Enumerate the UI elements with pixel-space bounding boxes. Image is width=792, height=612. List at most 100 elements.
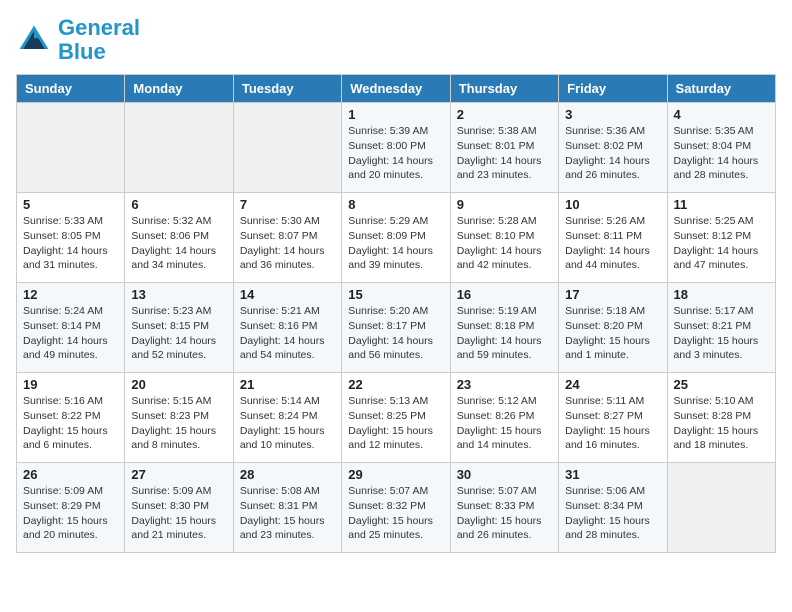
day-info: Sunrise: 5:19 AMSunset: 8:18 PMDaylight:… xyxy=(457,304,552,363)
day-number: 1 xyxy=(348,107,443,122)
weekday-monday: Monday xyxy=(125,75,233,103)
day-info: Sunrise: 5:12 AMSunset: 8:26 PMDaylight:… xyxy=(457,394,552,453)
week-row-5: 26Sunrise: 5:09 AMSunset: 8:29 PMDayligh… xyxy=(17,463,776,553)
day-number: 2 xyxy=(457,107,552,122)
day-cell: 8 Sunrise: 5:29 AMSunset: 8:09 PMDaylight… xyxy=(342,193,450,283)
weekday-saturday: Saturday xyxy=(667,75,775,103)
logo-icon xyxy=(16,22,52,58)
day-info: Sunrise: 5:21 AMSunset: 8:16 PMDaylight:… xyxy=(240,304,335,363)
day-cell: 7Sunrise: 5:30 AMSunset: 8:07 PMDaylight… xyxy=(233,193,341,283)
day-info: Sunrise: 5:06 AMSunset: 8:34 PMDaylight:… xyxy=(565,484,660,543)
day-info: Sunrise: 5:15 AMSunset: 8:23 PMDaylight:… xyxy=(131,394,226,453)
day-info: Sunrise: 5:20 AMSunset: 8:17 PMDaylight:… xyxy=(348,304,443,363)
day-cell: 12 Sunrise: 5:24 AMSunset: 8:14 PMDayligh… xyxy=(17,283,125,373)
day-cell: 1 Sunrise: 5:39 AMSunset: 8:00 PMDaylight… xyxy=(342,103,450,193)
day-info: Sunrise: 5:11 AMSunset: 8:27 PMDaylight:… xyxy=(565,394,660,453)
day-cell: 11 Sunrise: 5:25 AMSunset: 8:12 PMDayligh… xyxy=(667,193,775,283)
weekday-friday: Friday xyxy=(559,75,667,103)
day-number: 28 xyxy=(240,467,335,482)
day-info: Sunrise: 5:14 AMSunset: 8:24 PMDaylight:… xyxy=(240,394,335,453)
logo-text: General Blue xyxy=(58,16,140,64)
day-cell: 17 Sunrise: 5:18 AMSunset: 8:20 PMDayligh… xyxy=(559,283,667,373)
day-cell: 16 Sunrise: 5:19 AMSunset: 8:18 PMDayligh… xyxy=(450,283,558,373)
day-info: Sunrise: 5:24 AMSunset: 8:14 PMDaylight:… xyxy=(23,304,118,363)
day-number: 15 xyxy=(348,287,443,302)
day-info: Sunrise: 5:09 AMSunset: 8:30 PMDaylight:… xyxy=(131,484,226,543)
day-info: Sunrise: 5:10 AMSunset: 8:28 PMDaylight:… xyxy=(674,394,769,453)
day-info: Sunrise: 5:13 AMSunset: 8:25 PMDaylight:… xyxy=(348,394,443,453)
day-number: 21 xyxy=(240,377,335,392)
day-info: Sunrise: 5:36 AMSunset: 8:02 PMDaylight:… xyxy=(565,124,660,183)
day-info: Sunrise: 5:35 AMSunset: 8:04 PMDaylight:… xyxy=(674,124,769,183)
day-info: Sunrise: 5:25 AMSunset: 8:12 PMDaylight:… xyxy=(674,214,769,273)
day-cell: 4 Sunrise: 5:35 AMSunset: 8:04 PMDaylight… xyxy=(667,103,775,193)
day-info: Sunrise: 5:08 AMSunset: 8:31 PMDaylight:… xyxy=(240,484,335,543)
day-number: 25 xyxy=(674,377,769,392)
day-number: 11 xyxy=(674,197,769,212)
calendar: SundayMondayTuesdayWednesdayThursdayFrid… xyxy=(16,74,776,553)
day-cell: 24 Sunrise: 5:11 AMSunset: 8:27 PMDayligh… xyxy=(559,373,667,463)
day-number: 16 xyxy=(457,287,552,302)
day-cell xyxy=(233,103,341,193)
day-info: Sunrise: 5:32 AMSunset: 8:06 PMDaylight:… xyxy=(131,214,226,273)
day-info: Sunrise: 5:26 AMSunset: 8:11 PMDaylight:… xyxy=(565,214,660,273)
day-cell: 31 Sunrise: 5:06 AMSunset: 8:34 PMDayligh… xyxy=(559,463,667,553)
day-cell: 3 Sunrise: 5:36 AMSunset: 8:02 PMDaylight… xyxy=(559,103,667,193)
day-number: 9 xyxy=(457,197,552,212)
day-number: 26 xyxy=(23,467,118,482)
day-info: Sunrise: 5:07 AMSunset: 8:33 PMDaylight:… xyxy=(457,484,552,543)
day-info: Sunrise: 5:33 AMSunset: 8:05 PMDaylight:… xyxy=(23,214,118,273)
day-cell: 9 Sunrise: 5:28 AMSunset: 8:10 PMDaylight… xyxy=(450,193,558,283)
day-cell: 2Sunrise: 5:38 AMSunset: 8:01 PMDaylight… xyxy=(450,103,558,193)
day-number: 20 xyxy=(131,377,226,392)
day-cell: 23 Sunrise: 5:12 AMSunset: 8:26 PMDayligh… xyxy=(450,373,558,463)
day-cell: 30 Sunrise: 5:07 AMSunset: 8:33 PMDayligh… xyxy=(450,463,558,553)
day-number: 5 xyxy=(23,197,118,212)
day-number: 19 xyxy=(23,377,118,392)
day-number: 31 xyxy=(565,467,660,482)
day-number: 24 xyxy=(565,377,660,392)
day-cell: 26Sunrise: 5:09 AMSunset: 8:29 PMDayligh… xyxy=(17,463,125,553)
day-cell: 25 Sunrise: 5:10 AMSunset: 8:28 PMDayligh… xyxy=(667,373,775,463)
day-number: 12 xyxy=(23,287,118,302)
day-cell: 15 Sunrise: 5:20 AMSunset: 8:17 PMDayligh… xyxy=(342,283,450,373)
day-cell: 14 Sunrise: 5:21 AMSunset: 8:16 PMDayligh… xyxy=(233,283,341,373)
weekday-tuesday: Tuesday xyxy=(233,75,341,103)
weekday-header: SundayMondayTuesdayWednesdayThursdayFrid… xyxy=(17,75,776,103)
day-cell xyxy=(17,103,125,193)
day-number: 3 xyxy=(565,107,660,122)
day-number: 7 xyxy=(240,197,335,212)
day-number: 30 xyxy=(457,467,552,482)
day-number: 14 xyxy=(240,287,335,302)
day-cell: 28 Sunrise: 5:08 AMSunset: 8:31 PMDayligh… xyxy=(233,463,341,553)
day-info: Sunrise: 5:28 AMSunset: 8:10 PMDaylight:… xyxy=(457,214,552,273)
day-number: 27 xyxy=(131,467,226,482)
week-row-2: 5 Sunrise: 5:33 AMSunset: 8:05 PMDaylight… xyxy=(17,193,776,283)
day-info: Sunrise: 5:17 AMSunset: 8:21 PMDaylight:… xyxy=(674,304,769,363)
week-row-1: 1 Sunrise: 5:39 AMSunset: 8:00 PMDaylight… xyxy=(17,103,776,193)
day-cell: 5 Sunrise: 5:33 AMSunset: 8:05 PMDaylight… xyxy=(17,193,125,283)
week-row-3: 12 Sunrise: 5:24 AMSunset: 8:14 PMDayligh… xyxy=(17,283,776,373)
logo: General Blue xyxy=(16,16,140,64)
day-number: 8 xyxy=(348,197,443,212)
weekday-thursday: Thursday xyxy=(450,75,558,103)
day-cell: 13Sunrise: 5:23 AMSunset: 8:15 PMDayligh… xyxy=(125,283,233,373)
day-cell xyxy=(125,103,233,193)
calendar-body: 1 Sunrise: 5:39 AMSunset: 8:00 PMDaylight… xyxy=(17,103,776,553)
day-info: Sunrise: 5:29 AMSunset: 8:09 PMDaylight:… xyxy=(348,214,443,273)
day-number: 13 xyxy=(131,287,226,302)
day-info: Sunrise: 5:16 AMSunset: 8:22 PMDaylight:… xyxy=(23,394,118,453)
day-cell: 10 Sunrise: 5:26 AMSunset: 8:11 PMDayligh… xyxy=(559,193,667,283)
day-info: Sunrise: 5:07 AMSunset: 8:32 PMDaylight:… xyxy=(348,484,443,543)
week-row-4: 19 Sunrise: 5:16 AMSunset: 8:22 PMDayligh… xyxy=(17,373,776,463)
day-number: 10 xyxy=(565,197,660,212)
day-cell xyxy=(667,463,775,553)
day-number: 23 xyxy=(457,377,552,392)
day-number: 4 xyxy=(674,107,769,122)
page-header: General Blue xyxy=(16,16,776,64)
day-cell: 6Sunrise: 5:32 AMSunset: 8:06 PMDaylight… xyxy=(125,193,233,283)
day-number: 17 xyxy=(565,287,660,302)
day-info: Sunrise: 5:18 AMSunset: 8:20 PMDaylight:… xyxy=(565,304,660,363)
day-number: 18 xyxy=(674,287,769,302)
day-info: Sunrise: 5:39 AMSunset: 8:00 PMDaylight:… xyxy=(348,124,443,183)
